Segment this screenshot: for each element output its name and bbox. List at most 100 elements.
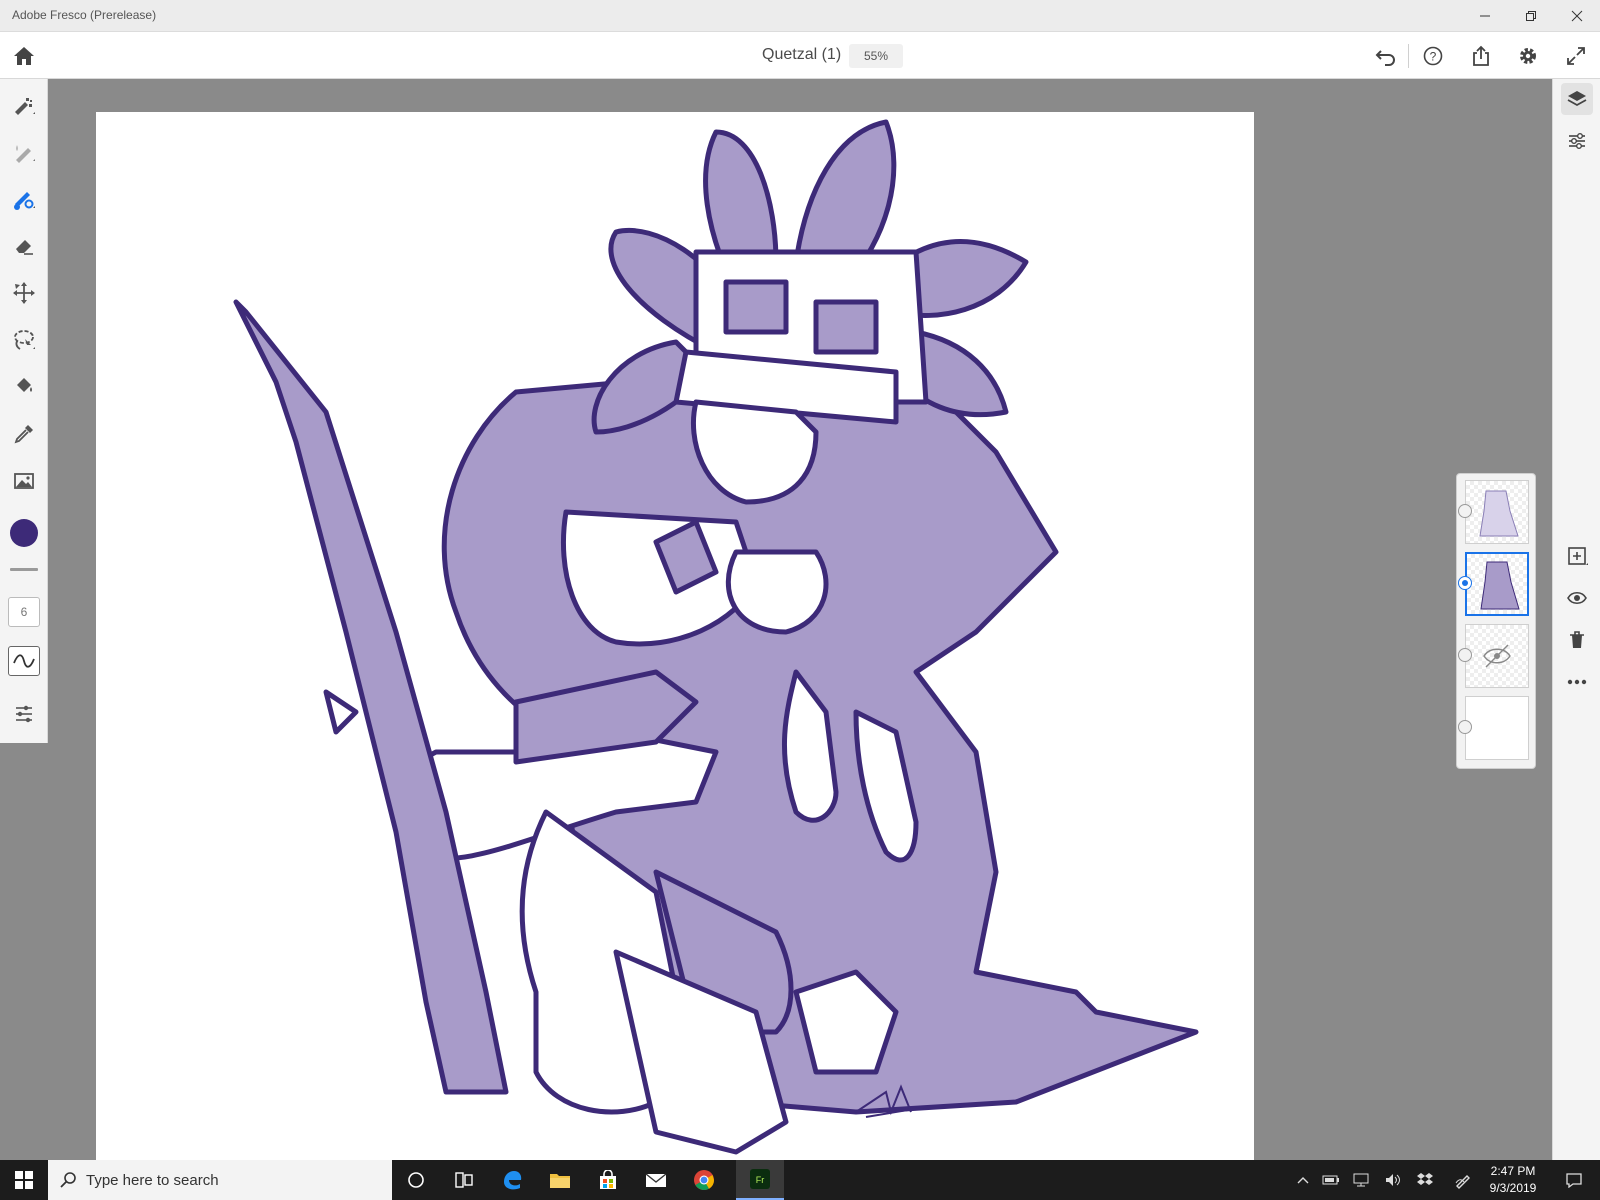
undo-icon (1375, 50, 1395, 66)
taskbar-search[interactable]: Type here to search (48, 1160, 392, 1200)
folder-icon (550, 1174, 570, 1188)
eye-icon (1567, 591, 1587, 605)
live-brush-tool[interactable] (8, 136, 40, 168)
windows-icon (15, 1171, 33, 1189)
layer-dot-2[interactable] (1458, 576, 1472, 590)
share-button[interactable] (1467, 42, 1495, 70)
battery-icon (1322, 1175, 1339, 1185)
left-toolbar: 6 (0, 79, 48, 743)
lasso-icon (14, 330, 35, 350)
vector-brush-icon (14, 192, 35, 210)
add-icon (1568, 547, 1588, 565)
edge-app[interactable] (488, 1160, 536, 1200)
layer-dot-3[interactable] (1458, 648, 1472, 662)
network-indicator[interactable] (1348, 1160, 1374, 1200)
minimize-icon (1480, 15, 1490, 17)
vector-brush-tool[interactable] (8, 183, 40, 215)
more-options-button[interactable] (1561, 666, 1593, 698)
minimize-button[interactable] (1462, 0, 1508, 32)
home-button[interactable] (10, 42, 38, 70)
dropbox-indicator[interactable] (1412, 1160, 1438, 1200)
trash-icon (1570, 631, 1584, 648)
store-icon (600, 1170, 616, 1189)
window-titlebar: Adobe Fresco (Prerelease) (0, 0, 1600, 32)
clock-date: 9/3/2019 (1489, 1181, 1537, 1195)
pen-workspace-indicator[interactable] (1450, 1160, 1476, 1200)
document-title[interactable]: Quetzal (1) (762, 46, 841, 64)
close-icon (1571, 10, 1583, 22)
search-placeholder: Type here to search (86, 1171, 219, 1189)
brush-size-field[interactable]: 6 (8, 597, 40, 627)
fresco-icon: Fr (750, 1169, 770, 1189)
chrome-app[interactable] (680, 1160, 728, 1200)
share-icon (1473, 45, 1489, 66)
layer-thumbnail-2[interactable] (1465, 552, 1529, 616)
dropbox-icon (1417, 1173, 1433, 1185)
drawing-canvas[interactable] (96, 112, 1254, 1160)
help-button[interactable]: ? (1419, 42, 1447, 70)
layers-toggle[interactable] (1561, 83, 1593, 115)
action-center-button[interactable] (1556, 1160, 1592, 1200)
wave-icon (13, 654, 35, 668)
eyedropper-icon (14, 425, 33, 444)
delete-layer-button[interactable] (1561, 624, 1593, 656)
mail-icon (645, 1173, 667, 1187)
add-layer-button[interactable] (1561, 540, 1593, 572)
color-picker[interactable] (10, 519, 38, 547)
start-button[interactable] (0, 1160, 48, 1200)
adjustments-icon (1569, 133, 1585, 149)
layer-preview (1479, 490, 1519, 537)
layer-properties-button[interactable] (1561, 125, 1593, 157)
task-view-button[interactable] (440, 1160, 488, 1200)
fill-tool[interactable] (8, 371, 40, 403)
transform-tool[interactable] (8, 277, 40, 309)
close-button[interactable] (1554, 0, 1600, 32)
undo-button[interactable] (1372, 42, 1400, 70)
layer-thumbnail-1[interactable] (1465, 480, 1529, 544)
sliders-icon (16, 705, 32, 723)
settings-icon (1520, 48, 1536, 64)
volume-icon (1386, 1174, 1400, 1186)
chevron-up-icon (1297, 1177, 1309, 1184)
fullscreen-icon (1567, 47, 1585, 65)
brush-settings-button[interactable] (8, 697, 40, 729)
layer-preview (1480, 561, 1520, 610)
tool-divider (10, 568, 38, 571)
fresco-app[interactable]: Fr (736, 1160, 784, 1200)
layer-dot-4[interactable] (1458, 720, 1472, 734)
svg-text:Fr: Fr (756, 1175, 765, 1185)
svg-text:?: ? (1430, 50, 1437, 64)
zoom-level[interactable]: 55% (849, 44, 903, 68)
more-icon (1567, 679, 1587, 685)
app-header: Quetzal (1) 55% ? (0, 32, 1600, 79)
image-icon (14, 473, 34, 489)
layer-thumbnail-3[interactable] (1465, 624, 1529, 688)
cortana-button[interactable] (392, 1160, 440, 1200)
settings-button[interactable] (1514, 42, 1542, 70)
eyedropper-tool[interactable] (8, 418, 40, 450)
artwork-illustration (233, 119, 1199, 1155)
battery-indicator[interactable] (1318, 1160, 1344, 1200)
smoothing-button[interactable] (8, 646, 40, 676)
file-explorer-app[interactable] (536, 1160, 584, 1200)
chrome-icon (694, 1170, 715, 1191)
layer-visibility-button[interactable] (1561, 582, 1593, 614)
volume-indicator[interactable] (1380, 1160, 1406, 1200)
right-toolbar (1552, 79, 1600, 1160)
background-layer-thumbnail[interactable] (1465, 696, 1529, 760)
restore-button[interactable] (1508, 0, 1554, 32)
edge-icon (504, 1171, 522, 1190)
layer-dot-1[interactable] (1458, 504, 1472, 518)
fullscreen-button[interactable] (1562, 42, 1590, 70)
live-brush-icon (16, 145, 35, 163)
store-app[interactable] (584, 1160, 632, 1200)
mail-app[interactable] (632, 1160, 680, 1200)
eraser-tool[interactable] (8, 230, 40, 262)
taskbar-clock[interactable]: 2:47 PM 9/3/2019 (1478, 1163, 1548, 1197)
layers-panel (1456, 473, 1536, 769)
pixel-brush-tool[interactable] (8, 89, 40, 121)
hidden-layer-icon (1483, 644, 1511, 668)
show-hidden-icons[interactable] (1290, 1160, 1316, 1200)
place-image-tool[interactable] (8, 465, 40, 497)
lasso-tool[interactable] (8, 324, 40, 356)
